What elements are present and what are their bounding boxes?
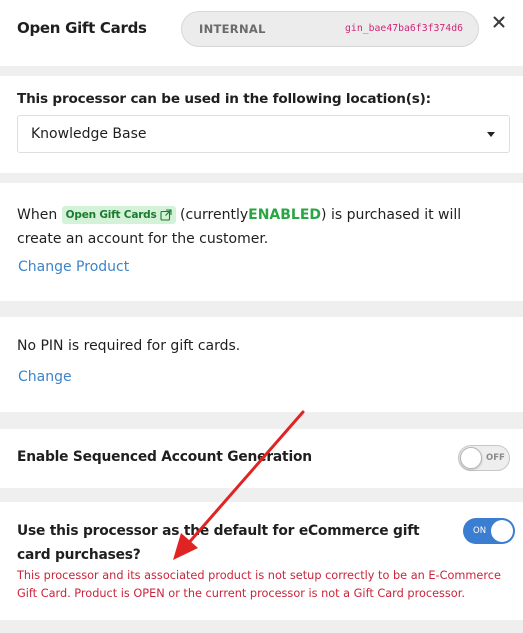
product-text-before: When — [17, 207, 58, 223]
default-processor-toggle[interactable]: ON — [463, 518, 515, 544]
sequenced-label: Enable Sequenced Account Generation — [17, 449, 312, 465]
sequenced-card: Enable Sequenced Account Generation OFF — [0, 429, 523, 488]
location-heading: This processor can be used in the follow… — [17, 91, 431, 107]
internal-id-pill: INTERNAL gin_bae47ba6f3f374d6 — [181, 11, 479, 47]
close-icon — [493, 16, 505, 28]
product-description: When Open Gift Cards (currentlyENABLED) … — [17, 203, 507, 251]
internal-id-value: gin_bae47ba6f3f374d6 — [345, 23, 463, 34]
toggle-knob — [491, 520, 513, 542]
location-card: This processor can be used in the follow… — [0, 76, 523, 173]
product-status: ENABLED — [248, 207, 322, 223]
product-card: When Open Gift Cards (currentlyENABLED) … — [0, 183, 523, 301]
toggle-knob — [460, 447, 482, 469]
location-select[interactable]: Knowledge Base — [17, 115, 510, 153]
close-button[interactable] — [489, 12, 509, 32]
location-select-value: Knowledge Base — [31, 126, 147, 142]
internal-id-label: INTERNAL — [199, 22, 266, 36]
external-link-icon — [159, 209, 172, 221]
pin-description: No PIN is required for gift cards. — [17, 338, 241, 354]
sequenced-toggle-state: OFF — [486, 453, 505, 463]
processor-settings-panel: Open Gift Cards INTERNAL gin_bae47ba6f3f… — [0, 0, 523, 633]
pin-card: No PIN is required for gift cards. Chang… — [0, 317, 523, 412]
panel-header: Open Gift Cards INTERNAL gin_bae47ba6f3f… — [0, 0, 523, 66]
default-processor-label: Use this processor as the default for eC… — [17, 523, 420, 563]
product-badge[interactable]: Open Gift Cards — [61, 206, 176, 224]
sequenced-toggle[interactable]: OFF — [458, 445, 510, 471]
product-text-middle: (currently — [180, 207, 249, 223]
default-toggle-state: ON — [473, 526, 487, 536]
change-product-link[interactable]: Change Product — [18, 259, 129, 275]
caret-down-icon — [487, 132, 495, 137]
panel-title: Open Gift Cards — [17, 19, 147, 37]
default-processor-error: This processor and its associated produc… — [17, 569, 501, 600]
product-badge-label: Open Gift Cards — [65, 209, 157, 221]
change-pin-link[interactable]: Change — [18, 369, 72, 385]
default-processor-card: Use this processor as the default for eC… — [0, 502, 523, 620]
